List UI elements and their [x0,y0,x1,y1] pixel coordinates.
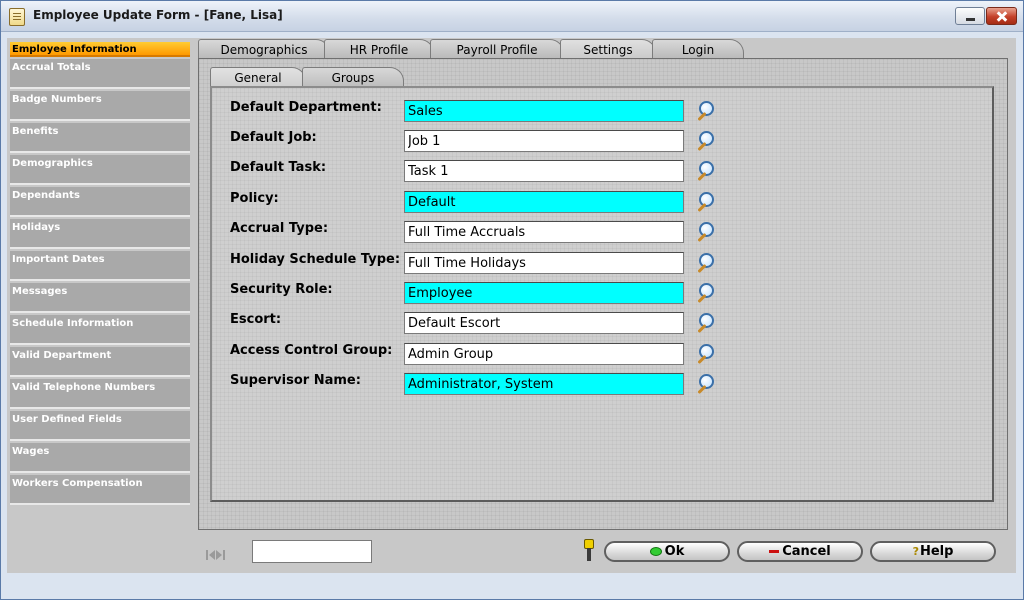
access-control-group-input[interactable] [404,343,684,365]
default-job-input[interactable] [404,130,684,152]
search-icon[interactable] [694,343,716,365]
subtab-groups[interactable]: Groups [302,67,404,87]
search-icon[interactable] [694,130,716,152]
label-escort: Escort: [230,312,282,327]
employee-info-nav: Employee Information Accrual Totals Badg… [10,42,190,542]
default-task-input[interactable] [404,160,684,182]
search-icon[interactable] [694,160,716,182]
cancel-button[interactable]: Cancel [737,541,863,562]
nav-item-user-defined-fields[interactable]: User Defined Fields [10,411,190,441]
nav-header-employee-information[interactable]: Employee Information [10,42,190,57]
search-icon[interactable] [694,191,716,213]
accrual-type-input[interactable] [404,221,684,243]
label-default-task: Default Task: [230,160,327,175]
escort-input[interactable] [404,312,684,334]
label-supervisor-name: Supervisor Name: [230,373,361,388]
subtab-general[interactable]: General [210,67,306,87]
tab-settings[interactable]: Settings [560,39,656,60]
label-security-role: Security Role: [230,282,333,297]
search-icon[interactable] [694,312,716,334]
security-role-input[interactable] [404,282,684,304]
help-icon: ? [912,545,919,558]
close-button[interactable] [986,7,1017,25]
ok-button[interactable]: Ok [604,541,730,562]
record-search-input[interactable] [252,540,372,563]
search-icon[interactable] [694,100,716,122]
label-default-job: Default Job: [230,130,317,145]
last-record-icon[interactable] [223,550,225,560]
nav-item-schedule-information[interactable]: Schedule Information [10,315,190,345]
label-access-control-group: Access Control Group: [230,343,393,358]
search-icon[interactable] [694,282,716,304]
help-button[interactable]: ?Help [870,541,996,562]
default-department-input[interactable] [404,100,684,122]
title-bar[interactable]: Employee Update Form - [Fane, Lisa] [1,1,1023,32]
tab-login[interactable]: Login [652,39,744,59]
ok-label: Ok [664,544,685,559]
ok-icon [649,547,662,556]
search-icon[interactable] [694,252,716,274]
tab-demographics[interactable]: Demographics [198,39,330,59]
nav-item-valid-department[interactable]: Valid Department [10,347,190,377]
label-accrual-type: Accrual Type: [230,221,329,236]
tab-hr-profile[interactable]: HR Profile [324,39,434,59]
nav-item-dependants[interactable]: Dependants [10,187,190,217]
nav-item-demographics[interactable]: Demographics [10,155,190,185]
form-icon [9,8,25,26]
previous-record-icon[interactable] [209,550,215,560]
policy-input[interactable] [404,191,684,213]
first-record-icon[interactable] [206,550,208,560]
nav-item-badge-numbers[interactable]: Badge Numbers [10,91,190,121]
holiday-schedule-type-input[interactable] [404,252,684,274]
minimize-button[interactable] [955,7,985,25]
tab-payroll-profile[interactable]: Payroll Profile [430,39,564,59]
label-default-department: Default Department: [230,100,382,115]
next-record-icon[interactable] [216,550,222,560]
nav-item-important-dates[interactable]: Important Dates [10,251,190,281]
cancel-icon [769,550,780,553]
nav-item-messages[interactable]: Messages [10,283,190,313]
key-icon [584,539,594,563]
nav-item-accrual-totals[interactable]: Accrual Totals [10,59,190,89]
nav-item-valid-telephone-numbers[interactable]: Valid Telephone Numbers [10,379,190,409]
help-label: Help [919,544,954,559]
nav-item-holidays[interactable]: Holidays [10,219,190,249]
window-title: Employee Update Form - [Fane, Lisa] [33,8,283,22]
label-policy: Policy: [230,191,279,206]
cancel-label: Cancel [782,544,831,559]
search-icon[interactable] [694,373,716,395]
supervisor-name-input[interactable] [404,373,684,395]
nav-item-wages[interactable]: Wages [10,443,190,473]
label-holiday-schedule-type: Holiday Schedule Type: [230,252,401,267]
nav-item-workers-compensation[interactable]: Workers Compensation [10,475,190,505]
record-navigation[interactable] [206,545,248,560]
search-icon[interactable] [694,221,716,243]
nav-item-benefits[interactable]: Benefits [10,123,190,153]
